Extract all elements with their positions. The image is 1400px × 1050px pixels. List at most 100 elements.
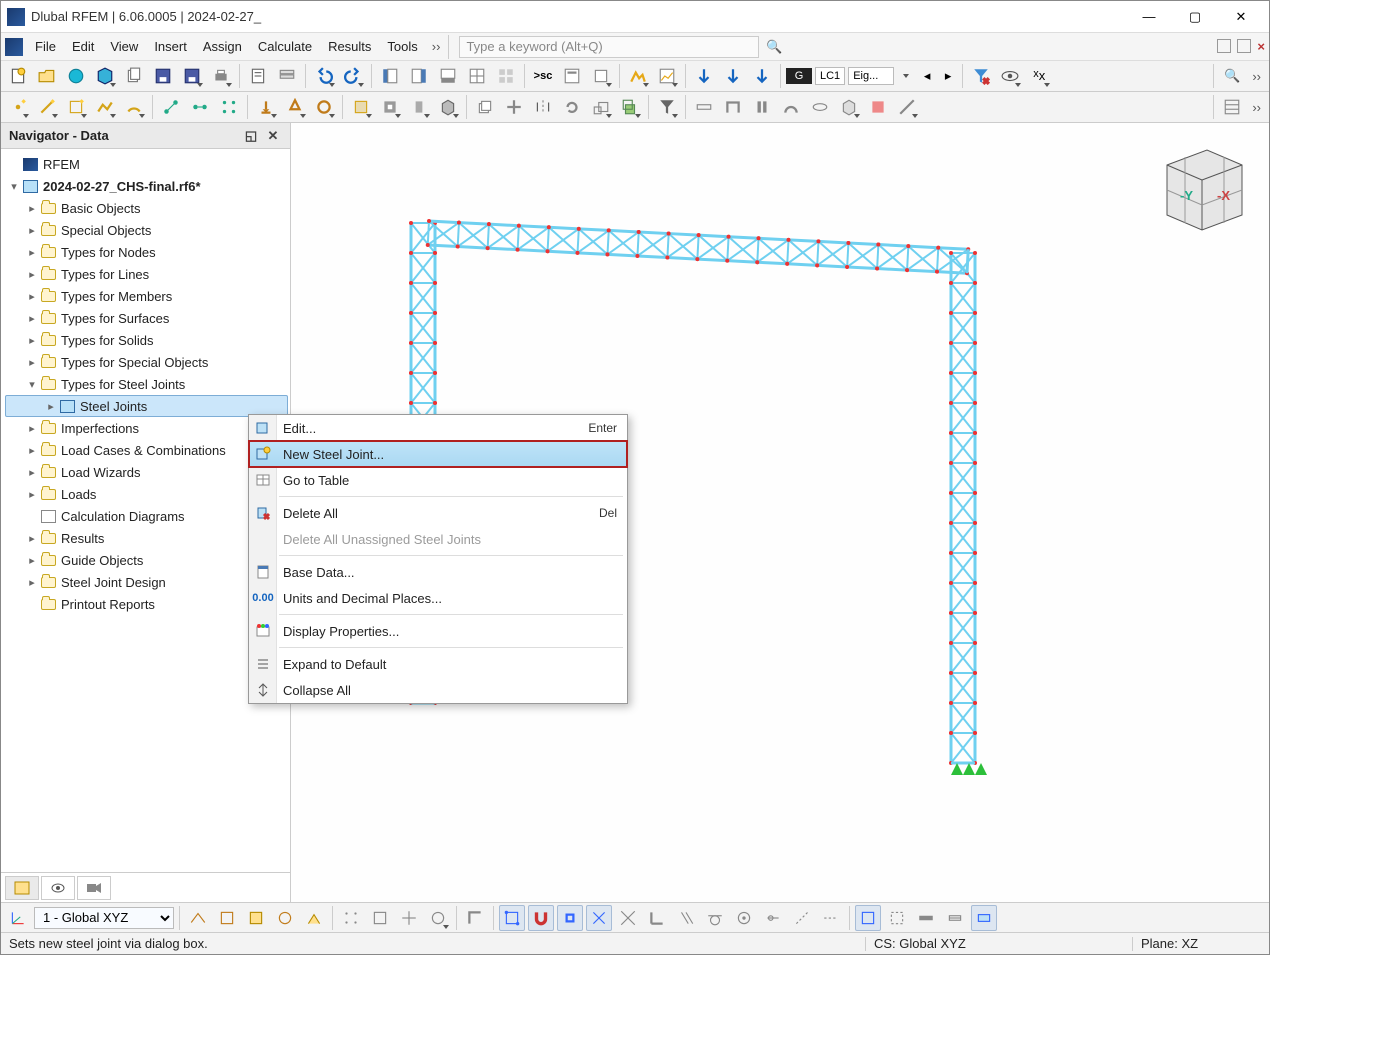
model-cube-button[interactable]	[92, 63, 118, 89]
tree-imperfections[interactable]: ▸Imperfections	[5, 417, 288, 439]
solid-tool-button[interactable]	[435, 94, 461, 120]
bot-snap-grid[interactable]	[499, 905, 525, 931]
bot-guide-x[interactable]	[789, 905, 815, 931]
report-button[interactable]	[245, 63, 271, 89]
beam-icon-button[interactable]	[691, 94, 717, 120]
toolbar-overflow-1[interactable]: ››	[1248, 69, 1265, 84]
bot-clip-1[interactable]	[855, 905, 881, 931]
bot-snap-mid[interactable]	[586, 905, 612, 931]
move-obj-button[interactable]	[501, 94, 527, 120]
bot-magnet[interactable]	[528, 905, 554, 931]
window-close-button[interactable]: ✕	[1219, 3, 1263, 31]
restore-down-icon[interactable]	[1217, 39, 1231, 53]
panel-close-button[interactable]: ✕	[264, 127, 282, 145]
scale-button[interactable]	[588, 94, 614, 120]
copy-button[interactable]	[121, 63, 147, 89]
bot-guide-line[interactable]	[818, 905, 844, 931]
loadcase-id-chip[interactable]: LC1	[815, 67, 845, 85]
menu-calculate[interactable]: Calculate	[250, 35, 320, 58]
maximize-view-icon[interactable]	[1237, 39, 1251, 53]
filter-button[interactable]	[654, 94, 680, 120]
member-link-button[interactable]	[158, 94, 184, 120]
catalog-button[interactable]	[559, 63, 585, 89]
tree-loads[interactable]: ▸Loads	[5, 483, 288, 505]
menu-overflow[interactable]: ››	[426, 39, 447, 54]
loadcase-name-chip[interactable]: Eig...	[848, 67, 894, 85]
tree-printout-reports[interactable]: Printout Reports	[5, 593, 288, 615]
view-cube[interactable]: -Y -X	[1147, 135, 1257, 235]
panel-bottom-button[interactable]	[435, 63, 461, 89]
tree-load-wizards[interactable]: ▸Load Wizards	[5, 461, 288, 483]
bot-snap-1[interactable]	[338, 905, 364, 931]
shell-icon-button[interactable]	[807, 94, 833, 120]
bot-snap-near[interactable]	[760, 905, 786, 931]
loadcase-category-chip[interactable]: G	[786, 68, 812, 84]
ctx-delete-all[interactable]: Delete All Del	[249, 500, 627, 526]
redo-button[interactable]	[340, 63, 366, 89]
ctx-collapse-all[interactable]: Collapse All	[249, 677, 627, 703]
line-new-button[interactable]	[34, 94, 60, 120]
calculate-button[interactable]	[625, 63, 651, 89]
bot-ortho-button[interactable]	[462, 905, 488, 931]
tab-data[interactable]	[5, 876, 39, 900]
menu-file[interactable]: File	[27, 35, 64, 58]
node-new-button[interactable]	[5, 94, 31, 120]
tree-results[interactable]: ▸Results	[5, 527, 288, 549]
tree-types-for-members[interactable]: ▸Types for Members	[5, 285, 288, 307]
rotate-button[interactable]	[559, 94, 585, 120]
tree-load-cases[interactable]: ▸Load Cases & Combinations	[5, 439, 288, 461]
tree-types-for-surfaces[interactable]: ▸Types for Surfaces	[5, 307, 288, 329]
view-mode-button[interactable]	[997, 63, 1023, 89]
bot-snap-3[interactable]	[396, 905, 422, 931]
menu-insert[interactable]: Insert	[146, 35, 195, 58]
support-2-button[interactable]	[282, 94, 308, 120]
save-as-button[interactable]	[179, 63, 205, 89]
copy-obj-button[interactable]	[472, 94, 498, 120]
tree-types-for-steel-joints[interactable]: ▾Types for Steel Joints	[5, 373, 288, 395]
frame-icon-button[interactable]	[720, 94, 746, 120]
menu-view[interactable]: View	[102, 35, 146, 58]
tree-types-for-lines[interactable]: ▸Types for Lines	[5, 263, 288, 285]
tree-types-for-nodes[interactable]: ▸Types for Nodes	[5, 241, 288, 263]
close-view-icon[interactable]: ×	[1257, 39, 1265, 54]
grid-toggle-button[interactable]	[1219, 94, 1245, 120]
import-button[interactable]	[588, 63, 614, 89]
loadcase-next-button[interactable]: ▸	[939, 63, 957, 89]
bot-snap-cen[interactable]	[731, 905, 757, 931]
tree-steel-joint-design[interactable]: ▸Steel Joint Design	[5, 571, 288, 593]
bot-btn-4[interactable]	[272, 905, 298, 931]
tree-guide-objects[interactable]: ▸Guide Objects	[5, 549, 288, 571]
bot-clip-4[interactable]	[942, 905, 968, 931]
labels-button[interactable]: xx	[1026, 63, 1052, 89]
ctx-display-props[interactable]: Display Properties...	[249, 618, 627, 644]
keyword-search-input[interactable]: Type a keyword (Alt+Q)	[459, 36, 759, 58]
panel-popout-button[interactable]: ◱	[242, 127, 260, 145]
search-tool-button[interactable]: 🔍	[1219, 63, 1245, 89]
menu-edit[interactable]: Edit	[64, 35, 102, 58]
bot-btn-5[interactable]	[301, 905, 327, 931]
mirror-button[interactable]	[530, 94, 556, 120]
bot-snap-int[interactable]	[615, 905, 641, 931]
arc-new-button[interactable]	[121, 94, 147, 120]
opening-button[interactable]	[377, 94, 403, 120]
support-3-button[interactable]	[311, 94, 337, 120]
window-maximize-button[interactable]: ▢	[1173, 3, 1217, 31]
coord-system-select[interactable]: 1 - Global XYZ	[34, 907, 174, 929]
panel-left-button[interactable]	[377, 63, 403, 89]
bot-clip-3[interactable]	[913, 905, 939, 931]
member-multi-button[interactable]	[216, 94, 242, 120]
search-icon[interactable]: 🔍	[765, 38, 783, 56]
ctx-expand-default[interactable]: Expand to Default	[249, 651, 627, 677]
wall-button[interactable]	[406, 94, 432, 120]
save-button[interactable]	[150, 63, 176, 89]
loadcase-prev-button[interactable]: ◂	[918, 63, 936, 89]
toolbar-overflow-2[interactable]: ››	[1248, 100, 1265, 115]
loadcase-dropdown-button[interactable]	[897, 63, 915, 89]
bot-clip-2[interactable]	[884, 905, 910, 931]
tree-special-objects[interactable]: ▸Special Objects	[5, 219, 288, 241]
tree-steel-joints[interactable]: ▸Steel Joints	[5, 395, 288, 417]
table-button[interactable]	[464, 63, 490, 89]
tree-root-rfem[interactable]: RFEM	[5, 153, 288, 175]
tree-file-node[interactable]: ▾2024-02-27_CHS-final.rf6*	[5, 175, 288, 197]
coord-icon-button[interactable]	[5, 905, 31, 931]
